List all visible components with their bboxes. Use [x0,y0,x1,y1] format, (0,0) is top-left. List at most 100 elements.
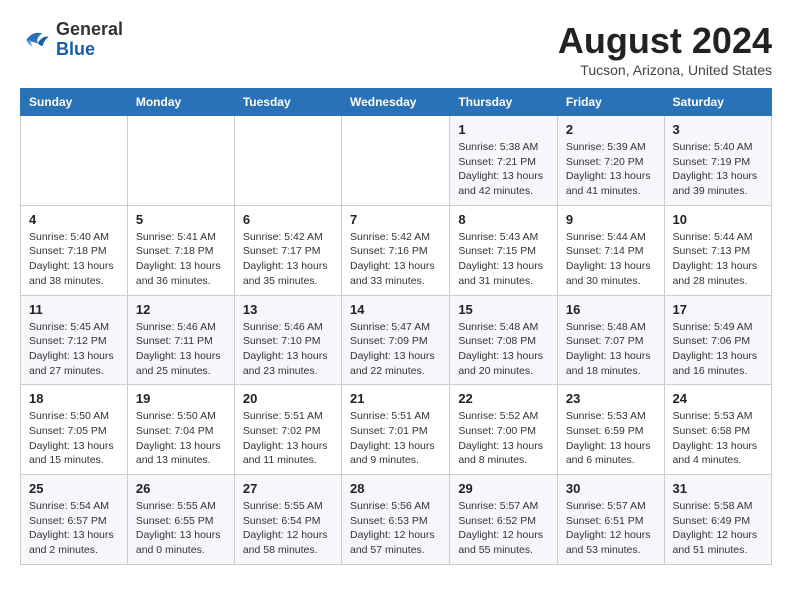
day-info: Sunrise: 5:44 AM Sunset: 7:14 PM Dayligh… [566,230,656,289]
calendar-header: SundayMondayTuesdayWednesdayThursdayFrid… [21,89,772,116]
calendar-week-2: 4 Sunrise: 5:40 AM Sunset: 7:18 PM Daylig… [21,205,772,295]
calendar-cell [21,116,128,206]
day-info: Sunrise: 5:41 AM Sunset: 7:18 PM Dayligh… [136,230,226,289]
day-number: 21 [350,391,441,406]
day-info: Sunrise: 5:42 AM Sunset: 7:17 PM Dayligh… [243,230,333,289]
day-info: Sunrise: 5:40 AM Sunset: 7:19 PM Dayligh… [673,140,763,199]
day-number: 20 [243,391,333,406]
day-number: 14 [350,302,441,317]
day-number: 29 [458,481,549,496]
day-info: Sunrise: 5:40 AM Sunset: 7:18 PM Dayligh… [29,230,119,289]
calendar-cell: 9 Sunrise: 5:44 AM Sunset: 7:14 PM Daylig… [557,205,664,295]
day-info: Sunrise: 5:47 AM Sunset: 7:09 PM Dayligh… [350,320,441,379]
day-number: 27 [243,481,333,496]
weekday-friday: Friday [557,89,664,116]
day-info: Sunrise: 5:48 AM Sunset: 7:08 PM Dayligh… [458,320,549,379]
day-number: 1 [458,122,549,137]
day-info: Sunrise: 5:56 AM Sunset: 6:53 PM Dayligh… [350,499,441,558]
day-number: 12 [136,302,226,317]
calendar-cell: 7Sunrise: 5:42 AM Sunset: 7:16 PM Daylig… [341,205,449,295]
day-info: Sunrise: 5:46 AM Sunset: 7:11 PM Dayligh… [136,320,226,379]
day-info: Sunrise: 5:53 AM Sunset: 6:58 PM Dayligh… [673,409,763,468]
calendar-cell: 16Sunrise: 5:48 AM Sunset: 7:07 PM Dayli… [557,295,664,385]
day-number: 18 [29,391,119,406]
weekday-saturday: Saturday [664,89,771,116]
day-info: Sunrise: 5:51 AM Sunset: 7:01 PM Dayligh… [350,409,441,468]
day-number: 3 [673,122,763,137]
day-number: 10 [673,212,763,227]
calendar-cell: 6 Sunrise: 5:42 AM Sunset: 7:17 PM Daylig… [234,205,341,295]
day-number: 31 [673,481,763,496]
day-number: 13 [243,302,333,317]
weekday-header-row: SundayMondayTuesdayWednesdayThursdayFrid… [21,89,772,116]
day-number: 11 [29,302,119,317]
calendar-cell: 23Sunrise: 5:53 AM Sunset: 6:59 PM Dayli… [557,385,664,475]
day-number: 22 [458,391,549,406]
day-info: Sunrise: 5:44 AM Sunset: 7:13 PM Dayligh… [673,230,763,289]
day-number: 17 [673,302,763,317]
calendar-cell: 14 Sunrise: 5:47 AM Sunset: 7:09 PM Dayli… [341,295,449,385]
weekday-monday: Monday [127,89,234,116]
day-info: Sunrise: 5:55 AM Sunset: 6:55 PM Dayligh… [136,499,226,558]
location-label: Tucson, Arizona, United States [558,62,772,78]
calendar-cell: 21 Sunrise: 5:51 AM Sunset: 7:01 PM Dayli… [341,385,449,475]
weekday-wednesday: Wednesday [341,89,449,116]
day-info: Sunrise: 5:45 AM Sunset: 7:12 PM Dayligh… [29,320,119,379]
calendar-week-1: 1 Sunrise: 5:38 AM Sunset: 7:21 PM Daylig… [21,116,772,206]
day-info: Sunrise: 5:55 AM Sunset: 6:54 PM Dayligh… [243,499,333,558]
logo-blue: Blue [56,40,123,60]
calendar-cell: 12 Sunrise: 5:46 AM Sunset: 7:11 PM Dayli… [127,295,234,385]
calendar-week-3: 11 Sunrise: 5:45 AM Sunset: 7:12 PM Dayli… [21,295,772,385]
day-number: 7 [350,212,441,227]
day-info: Sunrise: 5:48 AM Sunset: 7:07 PM Dayligh… [566,320,656,379]
day-info: Sunrise: 5:46 AM Sunset: 7:10 PM Dayligh… [243,320,333,379]
page-header: General Blue August 2024 Tucson, Arizona… [20,20,772,78]
logo-general: General [56,20,123,40]
day-number: 26 [136,481,226,496]
calendar-cell [127,116,234,206]
calendar-cell: 29 Sunrise: 5:57 AM Sunset: 6:52 PM Dayli… [450,475,558,565]
calendar-cell: 13 Sunrise: 5:46 AM Sunset: 7:10 PM Dayli… [234,295,341,385]
title-block: August 2024 Tucson, Arizona, United Stat… [558,20,772,78]
weekday-thursday: Thursday [450,89,558,116]
day-info: Sunrise: 5:57 AM Sunset: 6:52 PM Dayligh… [458,499,549,558]
day-number: 30 [566,481,656,496]
day-info: Sunrise: 5:38 AM Sunset: 7:21 PM Dayligh… [458,140,549,199]
calendar-cell [234,116,341,206]
calendar-cell: 28 Sunrise: 5:56 AM Sunset: 6:53 PM Dayli… [341,475,449,565]
weekday-sunday: Sunday [21,89,128,116]
calendar-cell: 15Sunrise: 5:48 AM Sunset: 7:08 PM Dayli… [450,295,558,385]
day-info: Sunrise: 5:52 AM Sunset: 7:00 PM Dayligh… [458,409,549,468]
logo: General Blue [20,20,123,60]
calendar-cell: 5 Sunrise: 5:41 AM Sunset: 7:18 PM Daylig… [127,205,234,295]
day-number: 2 [566,122,656,137]
day-number: 19 [136,391,226,406]
day-number: 6 [243,212,333,227]
calendar-cell: 22 Sunrise: 5:52 AM Sunset: 7:00 PM Dayli… [450,385,558,475]
calendar-cell: 10 Sunrise: 5:44 AM Sunset: 7:13 PM Dayli… [664,205,771,295]
calendar-cell: 27 Sunrise: 5:55 AM Sunset: 6:54 PM Dayli… [234,475,341,565]
day-info: Sunrise: 5:50 AM Sunset: 7:05 PM Dayligh… [29,409,119,468]
day-info: Sunrise: 5:54 AM Sunset: 6:57 PM Dayligh… [29,499,119,558]
day-number: 8 [458,212,549,227]
day-number: 5 [136,212,226,227]
calendar-table: SundayMondayTuesdayWednesdayThursdayFrid… [20,88,772,565]
day-number: 28 [350,481,441,496]
month-title: August 2024 [558,20,772,62]
day-info: Sunrise: 5:51 AM Sunset: 7:02 PM Dayligh… [243,409,333,468]
day-info: Sunrise: 5:58 AM Sunset: 6:49 PM Dayligh… [673,499,763,558]
calendar-cell: 18 Sunrise: 5:50 AM Sunset: 7:05 PM Dayli… [21,385,128,475]
calendar-cell: 25 Sunrise: 5:54 AM Sunset: 6:57 PM Dayli… [21,475,128,565]
day-number: 25 [29,481,119,496]
calendar-cell: 30Sunrise: 5:57 AM Sunset: 6:51 PM Dayli… [557,475,664,565]
day-number: 23 [566,391,656,406]
calendar-cell: 4 Sunrise: 5:40 AM Sunset: 7:18 PM Daylig… [21,205,128,295]
day-number: 4 [29,212,119,227]
calendar-cell: 8Sunrise: 5:43 AM Sunset: 7:15 PM Daylig… [450,205,558,295]
day-number: 9 [566,212,656,227]
day-info: Sunrise: 5:49 AM Sunset: 7:06 PM Dayligh… [673,320,763,379]
day-info: Sunrise: 5:39 AM Sunset: 7:20 PM Dayligh… [566,140,656,199]
calendar-cell: 20 Sunrise: 5:51 AM Sunset: 7:02 PM Dayli… [234,385,341,475]
calendar-cell: 26 Sunrise: 5:55 AM Sunset: 6:55 PM Dayli… [127,475,234,565]
calendar-body: 1 Sunrise: 5:38 AM Sunset: 7:21 PM Daylig… [21,116,772,565]
